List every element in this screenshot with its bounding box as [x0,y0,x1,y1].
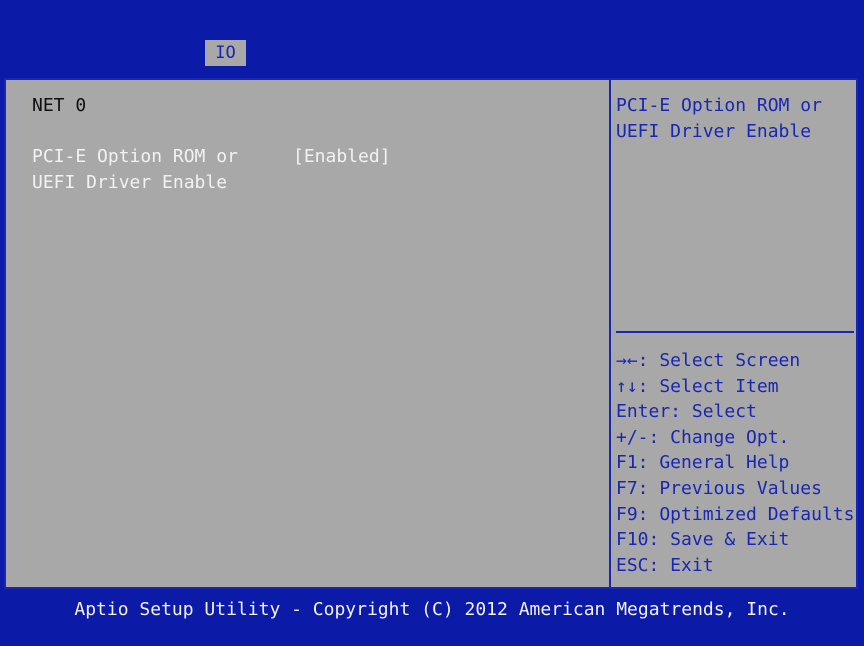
key-previous-values: F7: Previous Values [616,477,822,499]
key-general-help: F1: General Help [616,452,790,474]
setup-panel: NET 0 PCI-E Option ROM or UEFI Driver En… [4,78,858,589]
footer-copyright: Aptio Setup Utility - Copyright (C) 2012… [74,599,790,620]
key-esc-exit: ESC: Exit [616,554,714,576]
key-select-screen: →←: Select Screen [616,350,801,371]
key-select-item: ↑↓: Select Item [616,375,779,397]
option-label-pcie-rom[interactable]: PCI-E Option ROM or UEFI Driver Enable [32,144,238,195]
panel-divider-vertical [609,80,611,587]
key-save-exit: F10: Save & Exit [616,529,790,551]
help-divider-horizontal [616,331,854,333]
option-value-pcie-rom[interactable]: [Enabled] [293,144,391,170]
section-title: NET 0 [32,95,87,116]
key-enter-select: Enter: Select [616,401,757,423]
key-optimized-defaults: F9: Optimized Defaults [616,503,855,525]
key-legend: →←: Select Screen ↑↓: Select Item Enter:… [616,348,854,578]
top-menu-bar: IO [0,0,864,66]
key-change-opt: +/-: Change Opt. [616,426,790,448]
help-text: PCI-E Option ROM or UEFI Driver Enable [616,95,822,142]
tab-io[interactable]: IO [205,40,246,66]
